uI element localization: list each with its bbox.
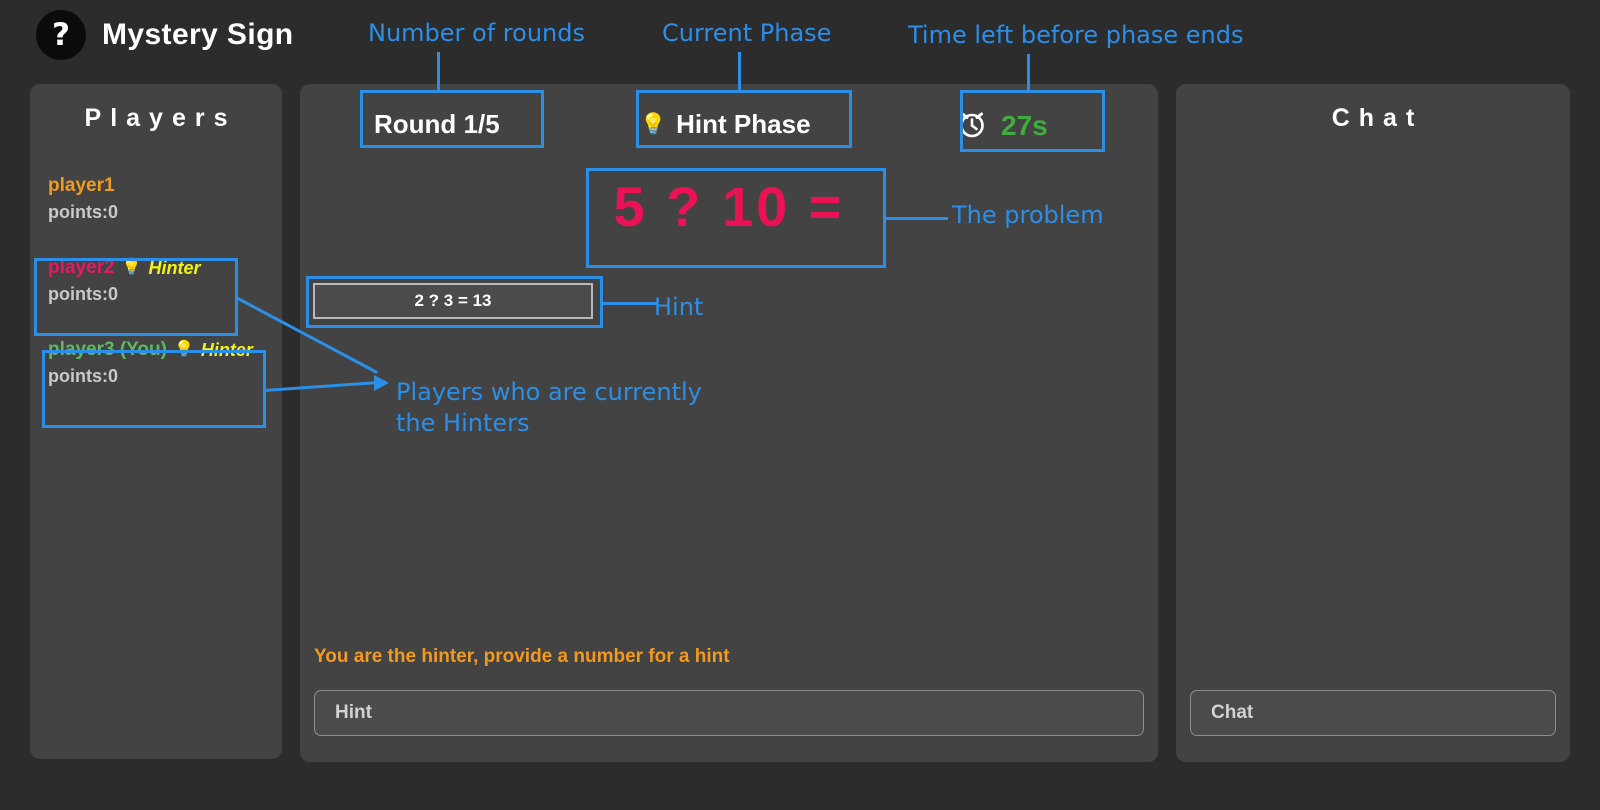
problem-display: 5 ? 10 = [613, 175, 845, 238]
player-points: points:0 [48, 202, 118, 222]
lightbulb-icon: 💡 [121, 259, 142, 276]
hinter-prompt: You are the hinter, provide a number for… [314, 646, 730, 667]
player-name-row: player2 💡 Hinter [48, 257, 264, 279]
hinter-badge: Hinter [148, 257, 201, 278]
players-panel: Players player1 points:0 player2 💡 Hinte… [30, 84, 282, 759]
player-name-row: player1 [48, 175, 264, 197]
player-list-item[interactable]: player3 (You) 💡 Hinter points:0 [44, 333, 268, 397]
player-list-item[interactable]: player1 points:0 [44, 169, 268, 233]
players-list: player1 points:0 player2 💡 Hinter points… [30, 169, 282, 397]
player-list-item[interactable]: player2 💡 Hinter points:0 [44, 251, 268, 315]
question-mark-logo-icon: ? [36, 10, 86, 60]
phase-indicator: 💡 Hint Phase [640, 109, 811, 140]
hint-input[interactable] [314, 690, 1144, 736]
hinter-badge: Hinter [200, 339, 253, 360]
player-points: points:0 [48, 366, 118, 386]
app-title: Mystery Sign [102, 18, 294, 51]
app-header: ? Mystery Sign [0, 0, 1600, 70]
player-name: player1 [48, 175, 115, 196]
chat-input[interactable] [1190, 690, 1556, 736]
round-indicator: Round 1/5 [374, 109, 500, 139]
timer-value: 27s [1001, 109, 1048, 141]
chat-panel-title: Chat [1331, 104, 1424, 132]
game-panel: Round 1/5 💡 Hint Phase 27s 5 ? 10 = 2 ? … [300, 84, 1158, 762]
lightbulb-icon: 💡 [173, 341, 194, 358]
hint-display: 2 ? 3 = 13 [313, 283, 593, 319]
player-name: player2 [48, 257, 115, 278]
player-name-row: player3 (You) 💡 Hinter [48, 339, 264, 361]
player-name: player3 (You) [48, 339, 167, 360]
lightbulb-icon: 💡 [640, 113, 667, 136]
chat-panel: Chat [1176, 84, 1570, 762]
player-points: points:0 [48, 284, 118, 304]
phase-label: Hint Phase [676, 109, 811, 139]
phase-timer: 27s [955, 106, 1048, 145]
alarm-clock-icon [955, 106, 989, 145]
players-panel-title: Players [84, 104, 237, 132]
